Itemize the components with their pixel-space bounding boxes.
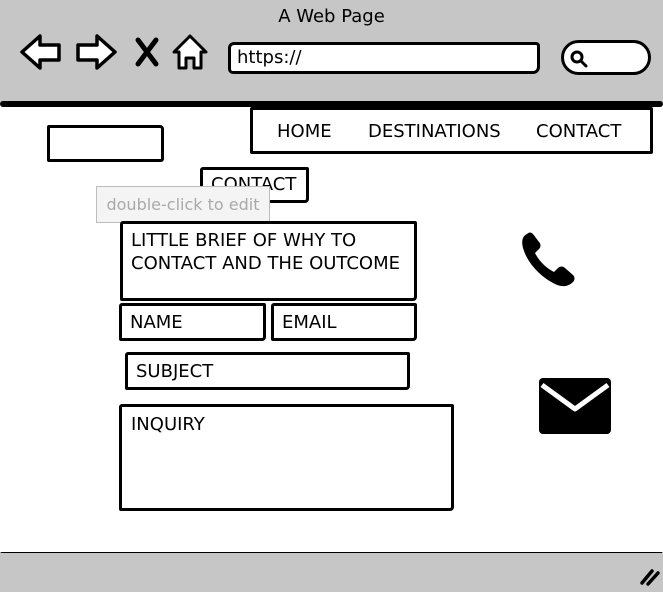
nav-item-home[interactable]: HOME xyxy=(277,121,332,142)
address-bar[interactable]: https:// xyxy=(228,42,540,74)
edit-tooltip: double-click to edit xyxy=(96,186,270,223)
phone-icon xyxy=(522,232,575,287)
contact-brief: LITTLE BRIEF OF WHY TO CONTACT AND THE O… xyxy=(120,221,417,301)
home-icon xyxy=(172,34,208,70)
browser-chrome: A Web Page https:// xyxy=(0,0,663,104)
name-field[interactable]: NAME xyxy=(119,303,266,341)
close-icon xyxy=(135,37,159,67)
search-icon xyxy=(570,50,588,68)
nav-item-destinations[interactable]: DESTINATIONS xyxy=(368,121,501,142)
status-bar xyxy=(0,553,663,592)
inquiry-field[interactable]: INQUIRY xyxy=(119,404,454,511)
home-button[interactable] xyxy=(170,30,210,74)
mail-icon xyxy=(539,378,611,434)
subject-field[interactable]: SUBJECT xyxy=(125,352,410,390)
top-navigation: HOME DESTINATIONS CONTACT xyxy=(250,107,653,154)
forward-button[interactable] xyxy=(73,30,119,74)
window-title: A Web Page xyxy=(278,6,385,27)
back-arrow-icon xyxy=(20,34,61,70)
logo-placeholder[interactable] xyxy=(47,125,164,162)
resize-grip-icon[interactable] xyxy=(638,566,660,586)
nav-item-contact[interactable]: CONTACT xyxy=(536,121,621,142)
back-button[interactable] xyxy=(18,30,64,74)
stop-button[interactable] xyxy=(130,30,164,74)
search-field[interactable] xyxy=(561,40,651,75)
email-field[interactable]: EMAIL xyxy=(271,303,417,341)
forward-arrow-icon xyxy=(76,34,117,70)
